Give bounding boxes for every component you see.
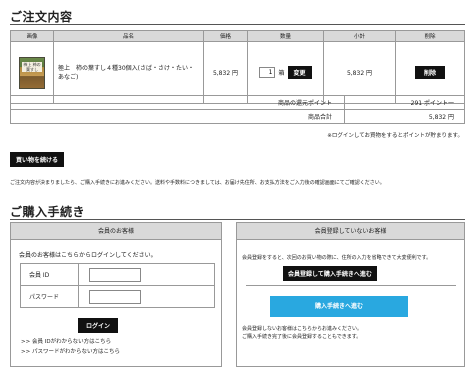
password-row: パスワード xyxy=(20,285,215,308)
login-points-note: ※ログインしてお買物をするとポイントが貯まります。 xyxy=(327,133,463,139)
forgot-id-link[interactable]: >> 会員 IDがわからない方はこちら xyxy=(21,337,111,345)
col-header-subtotal: 小計 xyxy=(323,30,396,42)
guest-checkout-box: 会員登録していないお客様 会員登録をすると、次回のお買い物の際に、住所の入力を省… xyxy=(236,222,465,367)
member-login-box: 会員のお客様 会員のお客様はこちらからログインしてください。 会員 ID パスワ… xyxy=(10,222,222,367)
order-notice: ご注文内容が決まりましたら、ご購入手続きにお進みください。送料や手数料につきまし… xyxy=(10,180,385,186)
points-label: 商品の還元ポイント xyxy=(10,95,345,110)
member-id-row: 会員 ID xyxy=(20,263,215,286)
quantity-input[interactable] xyxy=(259,67,276,78)
total-value: 5,832 円 xyxy=(344,109,465,124)
member-id-input[interactable] xyxy=(89,267,141,282)
guest-register-benefit: 会員登録をすると、次回のお買い物の際に、住所の入力を省略できて大変便利です。 xyxy=(242,255,432,261)
member-id-label: 会員 ID xyxy=(20,263,79,286)
points-row: 商品の還元ポイント 291 ポイント一 xyxy=(10,95,465,110)
change-quantity-button[interactable]: 変更 xyxy=(287,66,312,79)
checkout-title-divider xyxy=(10,219,465,220)
order-section-title: ご注文内容 xyxy=(10,10,73,24)
delete-button[interactable]: 削除 xyxy=(414,66,445,79)
password-input[interactable] xyxy=(89,289,141,304)
password-cell xyxy=(78,285,215,308)
total-row: 商品合計 5,832 円 xyxy=(10,109,465,124)
member-box-header: 会員のお客様 xyxy=(11,223,221,240)
continue-shopping-button[interactable]: 買い物を続ける xyxy=(10,152,65,167)
login-form: 会員 ID パスワード xyxy=(20,263,215,308)
cart-table: 画像 品名 価格 数量 小計 削除 柿上 柿の葉すし 極上 柿の葉すし４種30個… xyxy=(10,30,465,104)
guest-box-header: 会員登録していないお客様 xyxy=(237,223,464,240)
quantity-unit: 箱 xyxy=(278,70,285,77)
guest-note-2: ご購入手続き完了後に会員登録することもできます。 xyxy=(242,334,362,340)
col-header-quantity: 数量 xyxy=(247,30,324,42)
col-header-delete: 削除 xyxy=(395,30,465,42)
cart-header-row: 画像 品名 価格 数量 小計 削除 xyxy=(10,30,465,42)
guest-divider xyxy=(246,285,456,286)
order-title-divider xyxy=(10,24,465,25)
member-id-cell xyxy=(78,263,215,286)
thumbnail-label: 柿上 柿の葉すし xyxy=(22,61,42,72)
member-intro: 会員のお客様はこちらからログインしてください。 xyxy=(19,252,157,259)
product-thumbnail[interactable]: 柿上 柿の葉すし xyxy=(19,56,45,89)
points-value: 291 ポイント一 xyxy=(344,95,465,110)
col-header-price: 価格 xyxy=(203,30,248,42)
password-label: パスワード xyxy=(20,285,79,308)
forgot-password-link[interactable]: >> パスワードがわからない方はこちら xyxy=(21,347,120,355)
order-summary-table: 商品の還元ポイント 291 ポイント一 商品合計 5,832 円 xyxy=(10,95,465,124)
col-header-image: 画像 xyxy=(10,30,54,42)
guest-checkout-button[interactable]: 購入手続きへ進む xyxy=(270,296,408,317)
register-and-checkout-button[interactable]: 会員登録して購入手続きへ進む xyxy=(283,266,377,281)
guest-note-1: 会員登録しないお客様はこちらからお進みください。 xyxy=(242,326,363,332)
total-label: 商品合計 xyxy=(10,109,345,124)
login-button[interactable]: ログイン xyxy=(78,318,119,333)
col-header-name: 品名 xyxy=(53,30,204,42)
checkout-section-title: ご購入手続き xyxy=(10,205,86,219)
